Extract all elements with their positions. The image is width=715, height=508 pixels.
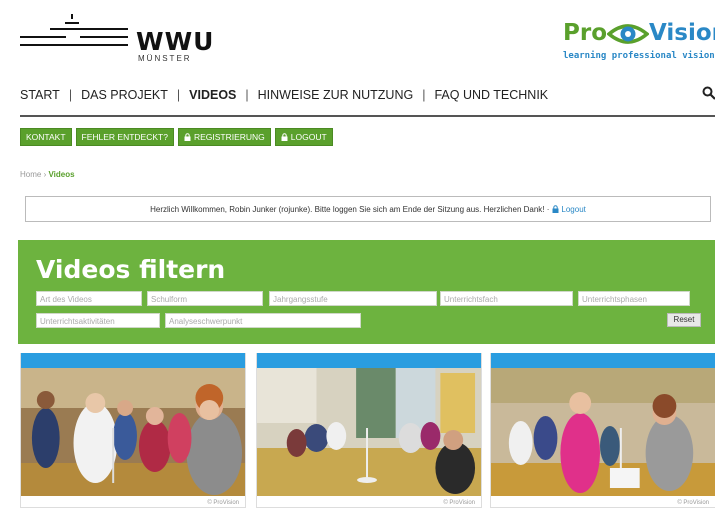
video-card-header: [491, 353, 715, 368]
provision-pro: Pro: [563, 20, 608, 46]
eye-icon: [607, 24, 649, 44]
filter-art-des-videos[interactable]: Art des Videos: [36, 291, 142, 306]
filter-unterrichtsfach[interactable]: Unterrichtsfach: [440, 291, 573, 306]
lock-icon: [184, 133, 191, 141]
nav-das-projekt[interactable]: DAS PROJEKT: [72, 88, 177, 102]
filter-jahrgangsstufe[interactable]: Jahrgangsstufe: [269, 291, 437, 306]
logout-button[interactable]: LOGOUT: [274, 128, 333, 146]
video-card-header: [21, 353, 245, 368]
provision-tagline: learning professional vision: [563, 51, 715, 61]
registrierung-label: REGISTRIERUNG: [193, 132, 265, 142]
video-card[interactable]: © ProVision: [20, 353, 246, 508]
lock-icon: [552, 205, 559, 213]
video-credit: © ProVision: [207, 500, 239, 506]
video-credit: © ProVision: [677, 500, 709, 506]
fehler-button[interactable]: FEHLER ENTDECKT?: [75, 128, 174, 146]
breadcrumb-current: Videos: [48, 170, 75, 179]
filter-unterrichtsphasen[interactable]: Unterrichtsphasen: [578, 291, 690, 306]
action-buttons: KONTAKT FEHLER ENTDECKT? REGISTRIERUNG L…: [20, 128, 333, 146]
wwu-city: MÜNSTER: [138, 54, 192, 63]
filter-title: Videos filtern: [36, 255, 226, 284]
video-card[interactable]: © ProVision: [490, 353, 715, 508]
kontakt-button[interactable]: KONTAKT: [20, 128, 72, 146]
kontakt-label: KONTAKT: [26, 132, 66, 142]
breadcrumb-home[interactable]: Home: [20, 170, 41, 179]
video-credit: © ProVision: [443, 500, 475, 506]
logout-label: LOGOUT: [290, 132, 327, 142]
welcome-logout-link[interactable]: Logout: [552, 204, 586, 214]
wwu-logo-mark: [20, 14, 128, 46]
fehler-label: FEHLER ENTDECKT?: [81, 132, 168, 142]
nav-start[interactable]: START: [20, 88, 69, 102]
wwu-name: WWU: [136, 27, 215, 56]
filter-unterrichtsaktivitaeten[interactable]: Unterrichtsaktivitäten: [36, 313, 160, 328]
filter-schulform[interactable]: Schulform: [147, 291, 263, 306]
welcome-text: Herzlich Willkommen, Robin Junker (rojun…: [150, 204, 550, 214]
video-thumbnail[interactable]: [257, 368, 481, 496]
nav-videos[interactable]: VIDEOS: [180, 88, 245, 102]
video-card[interactable]: © ProVision: [256, 353, 482, 508]
video-thumbnail[interactable]: [491, 368, 715, 496]
welcome-logout-label: Logout: [561, 204, 586, 214]
video-thumbnail[interactable]: [21, 368, 245, 496]
provision-vision: Vision: [649, 20, 715, 46]
reset-button[interactable]: Reset: [667, 313, 701, 327]
welcome-message: Herzlich Willkommen, Robin Junker (rojun…: [25, 196, 711, 222]
breadcrumb: Home › Videos: [20, 170, 75, 179]
breadcrumb-separator: ›: [43, 170, 47, 179]
nav-divider: [20, 115, 715, 117]
registrierung-button[interactable]: REGISTRIERUNG: [177, 128, 271, 146]
filter-analyseschwerpunkt[interactable]: Analyseschwerpunkt: [165, 313, 361, 328]
search-icon[interactable]: [702, 86, 715, 100]
nav-faq[interactable]: FAQ UND TECHNIK: [425, 88, 557, 102]
video-card-header: [257, 353, 481, 368]
video-filter-panel: Videos filtern Art des Videos Schulform …: [18, 240, 715, 344]
nav-hinweise[interactable]: HINWEISE ZUR NUTZUNG: [249, 88, 423, 102]
main-nav: START | DAS PROJEKT | VIDEOS | HINWEISE …: [20, 88, 557, 102]
lock-icon: [281, 133, 288, 141]
